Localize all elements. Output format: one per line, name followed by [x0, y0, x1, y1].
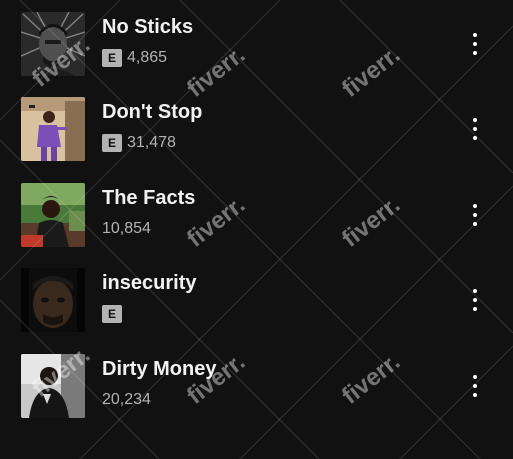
track-row[interactable]: Dirty Money 20,234: [0, 354, 513, 424]
track-title: Dirty Money: [102, 358, 217, 380]
track-title: The Facts: [102, 187, 196, 209]
track-title: Don't Stop: [102, 101, 203, 123]
more-vert-icon: [473, 33, 477, 37]
more-vert-icon: [473, 289, 477, 293]
track-list: No Sticks E 4,865 Don't Stop E 31,478 Th…: [0, 0, 513, 459]
more-vert-icon: [473, 375, 477, 379]
track-title: No Sticks: [102, 16, 194, 38]
play-count: 10,854: [102, 220, 151, 237]
track-row[interactable]: The Facts 10,854: [0, 183, 513, 253]
track-row[interactable]: insecurity E: [0, 268, 513, 338]
more-options-button[interactable]: [460, 284, 490, 316]
album-art-green-outdoor[interactable]: [21, 183, 85, 247]
more-options-button[interactable]: [460, 370, 490, 402]
more-options-button[interactable]: [460, 113, 490, 145]
track-meta: E 31,478: [102, 134, 176, 152]
more-options-button[interactable]: [460, 28, 490, 60]
album-art-purple-performer[interactable]: [21, 97, 85, 161]
more-options-button[interactable]: [460, 199, 490, 231]
album-art-dark-closeup[interactable]: [21, 268, 85, 332]
play-count: 31,478: [127, 134, 176, 151]
more-vert-icon: [473, 204, 477, 208]
track-meta: E 4,865: [102, 49, 167, 67]
explicit-badge: E: [102, 134, 122, 152]
album-art-night-portrait[interactable]: [21, 354, 85, 418]
track-meta: E: [102, 305, 122, 323]
track-meta: 20,234: [102, 391, 151, 409]
play-count: 20,234: [102, 391, 151, 408]
explicit-badge: E: [102, 49, 122, 67]
more-vert-icon: [473, 118, 477, 122]
track-row[interactable]: No Sticks E 4,865: [0, 12, 513, 82]
track-title: insecurity: [102, 272, 197, 294]
play-count: 4,865: [127, 49, 168, 66]
track-meta: 10,854: [102, 220, 151, 238]
explicit-badge: E: [102, 305, 122, 323]
track-row[interactable]: Don't Stop E 31,478: [0, 97, 513, 167]
album-art-bw-portrait[interactable]: [21, 12, 85, 76]
